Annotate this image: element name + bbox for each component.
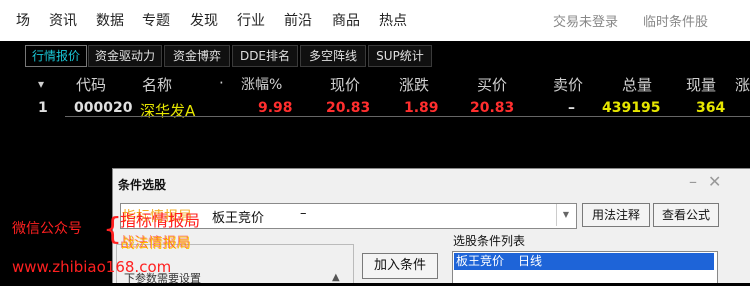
column-header-change-pct[interactable]: 涨幅% <box>241 74 282 94</box>
view-formula-button[interactable]: 查看公式 <box>653 203 719 227</box>
usage-notes-button[interactable]: 用法注释 <box>582 203 650 227</box>
row-volume: 439195 <box>602 100 661 116</box>
menu-item-partial[interactable]: 场 <box>16 10 30 30</box>
sort-indicator-icon[interactable]: ▾ <box>38 77 44 91</box>
condition-stock-link[interactable]: 临时条件股 <box>643 11 708 30</box>
column-dot: · <box>219 74 224 92</box>
tab-dde-rank[interactable]: DDE排名 <box>232 45 298 67</box>
column-header-code[interactable]: 代码 <box>76 74 106 95</box>
column-header-bid[interactable]: 买价 <box>477 74 507 95</box>
watermark-indicator: 指标情报局 <box>120 211 201 230</box>
row-name: 深华发A <box>140 102 196 120</box>
dialog-title: 条件选股 <box>118 178 167 192</box>
menu-item-discover[interactable]: 发现 <box>190 10 218 30</box>
column-header-change[interactable]: 涨跌 <box>399 74 429 95</box>
formula-dash: – <box>300 206 307 221</box>
row-current-volume: 364 <box>696 100 726 116</box>
top-menu-bar: 场 资讯 数据 专题 发现 行业 前沿 商品 热点 交易未登录 临时条件股 <box>0 0 750 41</box>
row-ask: – <box>568 100 575 116</box>
watermark-tactics: 战法情报局 <box>120 235 190 251</box>
column-header-name[interactable]: 名称 <box>142 74 172 95</box>
row-index: 1 <box>38 100 48 116</box>
list-item[interactable]: 板王竞价 日线 <box>454 253 714 270</box>
row-code: 000020 <box>74 100 133 116</box>
close-icon[interactable]: ✕ <box>708 172 721 191</box>
list-item-period: 日线 <box>518 254 543 268</box>
condition-list-label: 选股条件列表 <box>453 234 526 248</box>
watermark-wechat: 微信公众号 <box>12 221 82 237</box>
column-header-ask[interactable]: 卖价 <box>553 74 583 95</box>
tab-sup-stats[interactable]: SUP统计 <box>368 45 432 67</box>
menu-item-news[interactable]: 资讯 <box>49 10 77 30</box>
tab-fund-game[interactable]: 资金博弈 <box>164 45 230 67</box>
login-status[interactable]: 交易未登录 <box>553 11 618 30</box>
minimize-icon[interactable]: – <box>689 172 697 191</box>
tab-quotes[interactable]: 行情报价 <box>25 45 87 67</box>
row-bid: 20.83 <box>470 100 515 116</box>
column-header-volume[interactable]: 总量 <box>622 74 652 95</box>
row-change-pct: 9.98 <box>258 100 293 116</box>
menu-item-industry[interactable]: 行业 <box>237 10 265 30</box>
row-change: 1.89 <box>404 100 439 116</box>
list-item-name: 板王竞价 <box>456 254 505 268</box>
add-condition-button[interactable]: 加入条件 <box>362 253 438 279</box>
tab-long-short[interactable]: 多空阵线 <box>300 45 366 67</box>
chevron-down-icon[interactable]: ▼ <box>556 204 575 226</box>
menu-item-commodity[interactable]: 商品 <box>332 10 360 30</box>
menu-item-data[interactable]: 数据 <box>96 10 124 30</box>
column-header-price[interactable]: 现价 <box>330 74 360 95</box>
scroll-up-icon[interactable]: ▲ <box>332 272 340 283</box>
row-price: 20.83 <box>326 100 371 116</box>
menu-item-frontier[interactable]: 前沿 <box>284 10 312 30</box>
row-separator <box>65 116 750 117</box>
column-header-partial[interactable]: 涨 <box>735 74 750 95</box>
formula-value: 板王竞价 <box>212 211 265 226</box>
menu-item-hotspot[interactable]: 热点 <box>379 10 407 30</box>
menu-item-topics[interactable]: 专题 <box>142 10 170 30</box>
watermark-site: www.zhibiao168.com <box>12 258 172 276</box>
column-header-current-volume[interactable]: 现量 <box>686 74 716 95</box>
tab-fund-drive[interactable]: 资金驱动力 <box>88 45 162 67</box>
